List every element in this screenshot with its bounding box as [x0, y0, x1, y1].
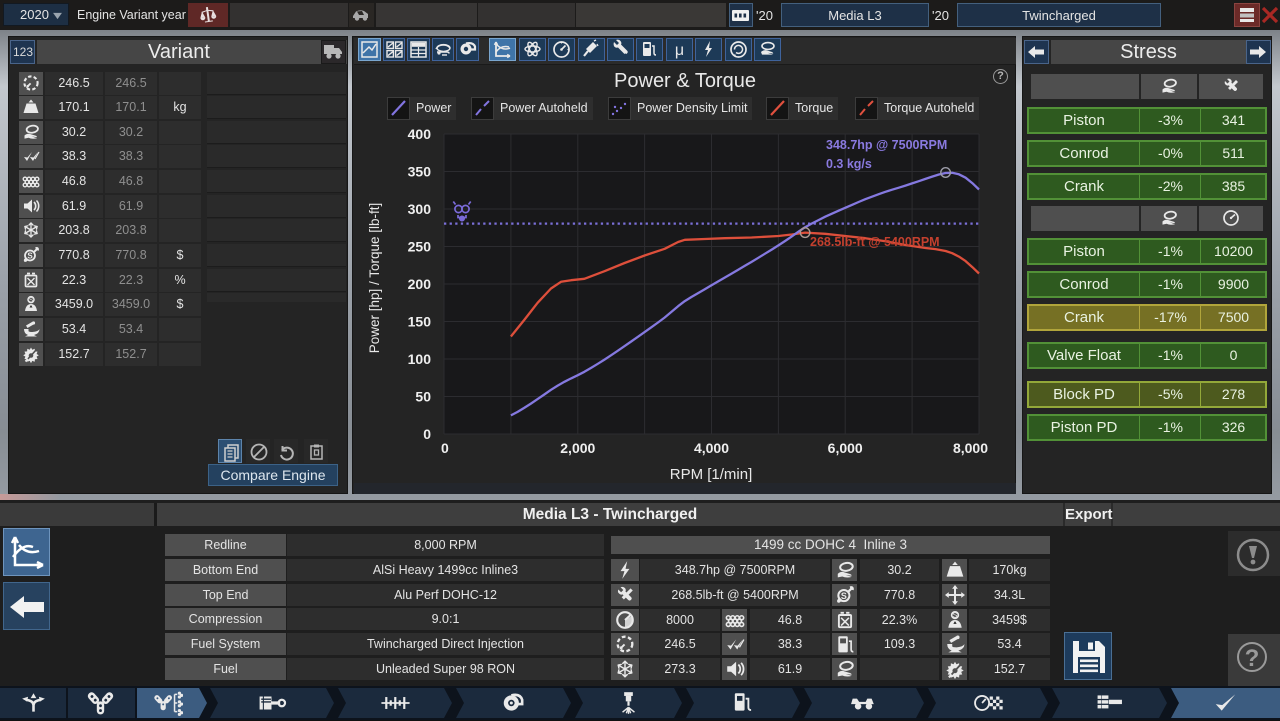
- svg-text:0.3 kg/s: 0.3 kg/s: [826, 157, 872, 171]
- svg-text:300: 300: [408, 201, 432, 217]
- svg-text:200: 200: [408, 276, 432, 292]
- svg-text:S: S: [27, 252, 33, 261]
- svg-text:6,000: 6,000: [828, 440, 863, 456]
- svg-text:4,000: 4,000: [694, 440, 729, 456]
- svg-text:RPM [1/min]: RPM [1/min]: [670, 466, 753, 483]
- svg-text:350: 350: [408, 164, 432, 180]
- svg-text:S: S: [29, 297, 34, 304]
- svg-text:S: S: [952, 610, 957, 619]
- svg-text:400: 400: [408, 126, 432, 142]
- svg-text:2,000: 2,000: [560, 440, 595, 456]
- svg-text:150: 150: [408, 314, 432, 330]
- svg-text:Power [hp] / Torque [lb-ft]: Power [hp] / Torque [lb-ft]: [367, 203, 382, 354]
- svg-text:0: 0: [423, 426, 431, 442]
- svg-text:50: 50: [415, 389, 431, 405]
- svg-text:0: 0: [441, 440, 449, 456]
- svg-text:250: 250: [408, 239, 432, 255]
- svg-text:8,000: 8,000: [953, 440, 988, 456]
- svg-text:268.5lb-ft @ 5400RPM: 268.5lb-ft @ 5400RPM: [810, 235, 940, 249]
- svg-text:100: 100: [408, 351, 432, 367]
- svg-text:348.7hp @ 7500RPM: 348.7hp @ 7500RPM: [826, 138, 947, 152]
- svg-text:S: S: [840, 591, 846, 601]
